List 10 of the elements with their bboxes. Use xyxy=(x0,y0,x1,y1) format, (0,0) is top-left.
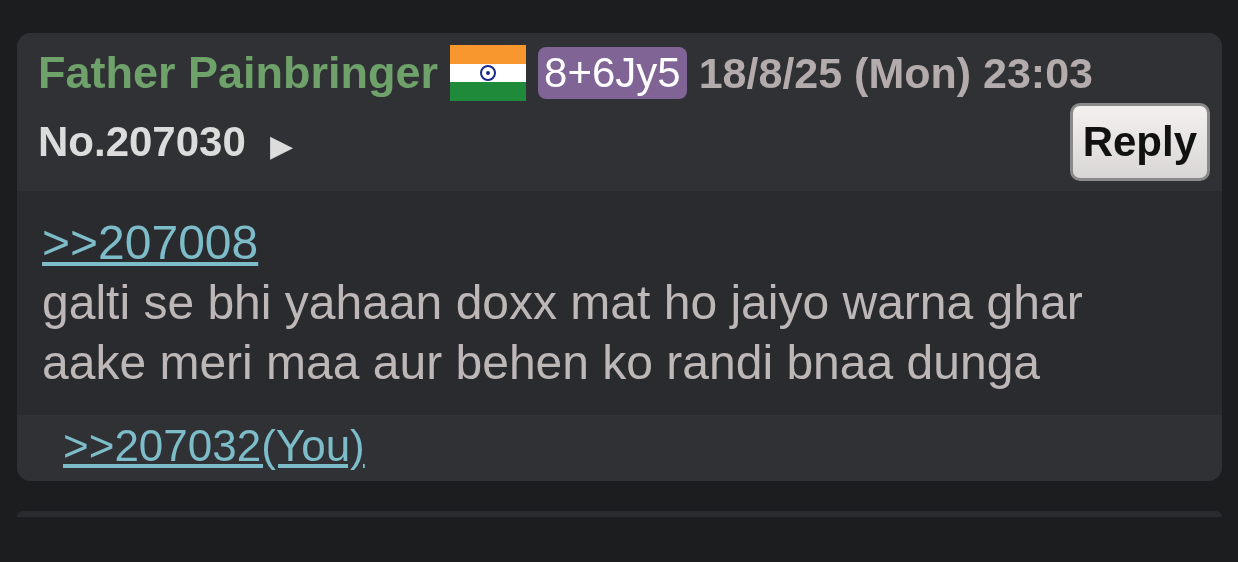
post-date: 18/8/25 (Mon) 23:03 xyxy=(698,48,1093,98)
reply-button[interactable]: Reply xyxy=(1069,103,1210,181)
poster-id-badge: 8+6Jy5 xyxy=(538,47,687,99)
backlink[interactable]: >>207032(You) xyxy=(63,421,365,470)
post-text: galti se bhi yahaan doxx mat ho jaiyo warna ghar aake meri maa aur behen ko randi bnaa dunga xyxy=(42,276,1083,389)
post-number[interactable]: No.207030 xyxy=(38,118,246,165)
poster-name: Father Painbringer xyxy=(38,47,439,99)
flag-icon xyxy=(450,45,527,101)
menu-arrow[interactable]: ▶ xyxy=(269,129,293,162)
quote-link[interactable]: >>207008 xyxy=(42,216,259,269)
